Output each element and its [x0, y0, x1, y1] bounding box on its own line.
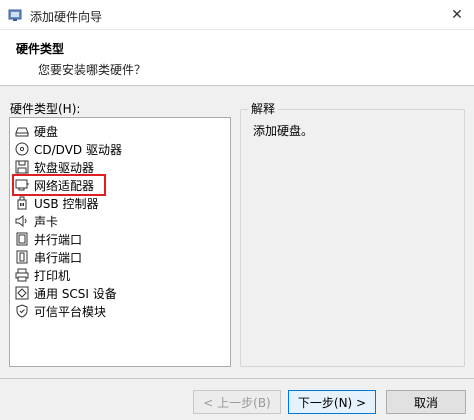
tpm-icon — [14, 303, 30, 319]
cd-dvd-icon — [14, 141, 30, 157]
list-item-cd-dvd[interactable]: CD/DVD 驱动器 — [14, 140, 122, 158]
list-item-label: 声卡 — [34, 214, 59, 229]
network-adapter-icon — [14, 177, 30, 193]
usb-icon — [14, 195, 30, 211]
list-item-serial-port[interactable]: 串行端口 — [14, 248, 82, 266]
floppy-icon — [14, 159, 30, 175]
footer-divider — [0, 378, 474, 379]
explanation-text: 添加硬盘。 — [253, 124, 314, 138]
close-icon[interactable]: ✕ — [446, 4, 468, 26]
list-item-label: 软盘驱动器 — [34, 160, 95, 175]
list-item-label: USB 控制器 — [34, 196, 99, 211]
list-item-label: 可信平台模块 — [34, 304, 107, 319]
page-title: 硬件类型 — [16, 42, 65, 56]
hard-disk-icon — [14, 123, 30, 139]
wizard-header: 硬件类型 您要安装哪类硬件？ — [0, 30, 474, 86]
back-button[interactable]: < 上一步(B) — [193, 390, 281, 414]
scsi-icon — [14, 285, 30, 301]
title-bar: 添加硬件向导 ✕ — [0, 0, 474, 30]
list-item-label: 打印机 — [34, 268, 71, 283]
list-item-label: 网络适配器 — [34, 178, 95, 193]
list-item-label: 并行端口 — [34, 232, 83, 247]
cancel-button[interactable]: 取消 — [386, 390, 466, 414]
window-title: 添加硬件向导 — [30, 10, 103, 24]
list-item-label: 通用 SCSI 设备 — [34, 286, 117, 301]
list-item-tpm[interactable]: 可信平台模块 — [14, 302, 106, 320]
list-item-hard-disk[interactable]: 硬盘 — [14, 122, 58, 140]
list-item-network-adapter[interactable]: 网络适配器 — [11, 174, 107, 196]
printer-icon — [14, 267, 30, 283]
list-item-sound-card[interactable]: 声卡 — [14, 212, 58, 230]
hardware-type-list[interactable]: 硬盘 CD/DVD 驱动器 软盘驱动器 网络适配器 USB 控制器 声卡 并行端… — [9, 117, 231, 367]
list-item-label: 硬盘 — [34, 124, 59, 139]
list-item-scsi[interactable]: 通用 SCSI 设备 — [14, 284, 117, 302]
page-subtitle: 您要安装哪类硬件？ — [38, 63, 147, 77]
list-item-usb[interactable]: USB 控制器 — [14, 194, 98, 212]
explanation-title: 解释 — [248, 100, 279, 117]
wizard-app-icon — [8, 8, 22, 22]
list-item-label: CD/DVD 驱动器 — [34, 142, 122, 157]
list-item-printer[interactable]: 打印机 — [14, 266, 70, 284]
serial-port-icon — [14, 249, 30, 265]
hardware-type-label: 硬件类型(H): — [10, 102, 81, 116]
next-button[interactable]: 下一步(N) > — [288, 390, 376, 414]
list-item-parallel-port[interactable]: 并行端口 — [14, 230, 82, 248]
list-item-label: 串行端口 — [34, 250, 83, 265]
parallel-port-icon — [14, 231, 30, 247]
sound-card-icon — [14, 213, 30, 229]
explanation-group — [240, 109, 465, 367]
list-item-floppy[interactable]: 软盘驱动器 — [14, 158, 94, 176]
